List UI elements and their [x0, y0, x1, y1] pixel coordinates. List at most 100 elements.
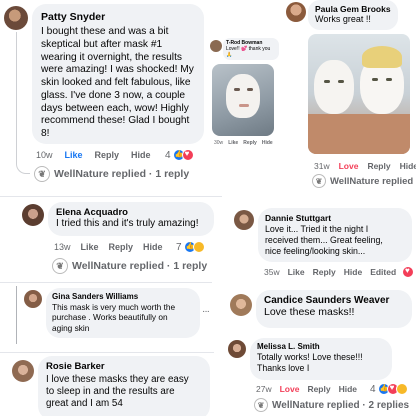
reply-button[interactable]: Reply	[313, 267, 336, 277]
view-replies-link[interactable]: ❦ WellNature replied · 1 reply	[34, 166, 189, 182]
commenter-name[interactable]: Elena Acquadro	[56, 207, 206, 218]
avatar[interactable]	[286, 2, 306, 22]
comment-text-line: Love it... Tried it the night I	[265, 224, 369, 234]
comment-bubble: Candice Saunders Weaver Love these masks…	[256, 290, 412, 328]
comment-text-line: skin looked and felt fabulous, like	[41, 77, 191, 88]
like-button[interactable]: Like	[228, 140, 238, 146]
avatar[interactable]	[234, 210, 254, 230]
love-button[interactable]: Love	[339, 161, 359, 171]
more-options-icon[interactable]: ···	[202, 306, 210, 317]
comment-text-line: Totally works! Love these!!!	[257, 352, 363, 362]
comment-text: Love!! 💕 thank you 🙏	[226, 46, 271, 59]
reply-button[interactable]: Reply	[95, 150, 120, 160]
comment-bubble: Patty Snyder I bought these and was a bi…	[32, 4, 204, 144]
comment-actions: 31w Love Reply Hide	[314, 161, 416, 171]
wellnature-logo-icon: ❦	[254, 398, 268, 412]
reply-button[interactable]: Reply	[243, 140, 257, 146]
comment-bubble: Paula Gem Brooks Works great !!	[308, 0, 398, 30]
comment-actions: 10w Like Reply Hide	[36, 150, 151, 160]
hide-button[interactable]: Hide	[339, 384, 357, 394]
comment-photo[interactable]	[212, 64, 274, 136]
hide-button[interactable]: Hide	[262, 140, 273, 146]
haha-reaction-icon	[192, 241, 205, 253]
comment-text-line: recommend these! Glad I bought	[41, 115, 190, 127]
timestamp: 13w	[54, 242, 71, 252]
comment-actions: 27w Love Reply Hide	[256, 384, 357, 394]
like-button[interactable]: Like	[288, 267, 305, 277]
comment-rosie-barker: Rosie Barker I love these masks they are…	[0, 352, 214, 416]
comment-bubble: Elena Acquadro I tried this and it's tru…	[48, 202, 214, 236]
reaction-summary[interactable]: 4	[165, 149, 194, 161]
timestamp: 35w	[264, 267, 280, 277]
replies-label: WellNature replied · 1 reply	[72, 260, 208, 272]
comment-text-line: were amazing! I was shocked! My	[41, 64, 194, 76]
avatar[interactable]	[228, 340, 246, 358]
timestamp: 31w	[314, 161, 330, 171]
comment-text: Love these masks!!	[264, 306, 355, 318]
comment-text-line: This mask is very much worth the	[52, 302, 176, 312]
like-button[interactable]: Like	[65, 150, 83, 160]
comment-actions: 35w Like Reply Hide Edited	[264, 267, 396, 277]
wellnature-logo-icon: ❦	[52, 258, 68, 274]
comment-text-line: I love these masks they are easy	[46, 374, 189, 385]
comment-melissa-l-smith: Melissa L. Smith Totally works! Love the…	[222, 334, 416, 416]
replies-label: WellNature replied · 1 reply	[54, 168, 190, 180]
commenter-name[interactable]: Gina Sanders Williams	[52, 292, 194, 301]
replies-label: WellNature replied · 2 replies	[272, 399, 410, 411]
divider	[16, 286, 17, 344]
comment-bubble: Dannie Stuttgart Love it... Tried it the…	[258, 208, 412, 262]
reaction-summary[interactable]: 7	[176, 241, 205, 253]
view-replies-link[interactable]: ❦ WellNature replied · 3	[312, 174, 416, 188]
hide-button[interactable]: Hide	[131, 150, 151, 160]
comment-photo[interactable]	[308, 34, 410, 154]
haha-reaction-icon	[395, 383, 408, 395]
wellnature-logo-icon: ❦	[312, 174, 326, 188]
love-reaction-icon	[402, 266, 414, 278]
reaction-count: 4	[370, 383, 376, 395]
comment-text-line: days between each, wow! Highly	[41, 102, 189, 114]
view-replies-link[interactable]: ❦ WellNature replied · 2 replies	[254, 398, 409, 412]
avatar[interactable]	[230, 294, 252, 316]
replies-label: WellNature replied · 3	[330, 175, 416, 187]
comment-text-line: Thanks love I	[257, 362, 310, 373]
thread-line	[16, 32, 30, 174]
comment-text-line: to sleep in and the results are	[46, 386, 175, 398]
view-replies-link[interactable]: ❦ WellNature replied · 1 reply	[52, 258, 207, 274]
like-button[interactable]: Like	[81, 242, 99, 252]
comment-paula-gem-brooks: Paula Gem Brooks Works great !! 31w Love…	[280, 0, 416, 190]
divider	[0, 196, 222, 197]
comment-t-rod-bowman: T-Rod Bowman Love!! 💕 thank you 🙏 30w Li…	[208, 36, 280, 156]
comment-text-line: glass. I've done 3 now, a couple	[41, 89, 186, 101]
reply-button[interactable]: Reply	[367, 161, 390, 171]
avatar[interactable]	[4, 6, 28, 30]
reaction-summary[interactable]: 4	[370, 383, 408, 395]
avatar[interactable]	[22, 204, 44, 226]
reply-button[interactable]: Reply	[307, 384, 330, 394]
avatar[interactable]	[12, 360, 34, 382]
commenter-name[interactable]: Melissa L. Smith	[257, 342, 385, 351]
comment-bubble: Gina Sanders Williams This mask is very …	[46, 288, 200, 338]
timestamp: 30w	[214, 140, 224, 146]
commenter-name[interactable]: Candice Saunders Weaver	[264, 295, 404, 306]
comment-text-line: received them... Great feeling,	[265, 234, 383, 245]
love-button[interactable]: Love	[280, 384, 300, 394]
comment-text-line: great and I am 54	[46, 398, 123, 410]
comment-bubble: T-Rod Bowman Love!! 💕 thank you 🙏	[223, 38, 279, 60]
comment-dannie-stuttgart: Dannie Stuttgart Love it... Tried it the…	[226, 204, 416, 280]
commenter-name[interactable]: Paula Gem Brooks	[315, 4, 391, 14]
comment-text: Works great !!	[315, 14, 371, 24]
commenter-name[interactable]: Dannie Stuttgart	[265, 213, 405, 223]
wellnature-logo-icon: ❦	[34, 166, 50, 182]
reaction-summary[interactable]	[402, 266, 414, 278]
commenter-name[interactable]: Rosie Barker	[46, 361, 202, 372]
timestamp: 10w	[36, 150, 53, 160]
hide-button[interactable]: Hide	[143, 242, 163, 252]
comment-patty-snyder: Patty Snyder I bought these and was a bi…	[0, 0, 208, 190]
comment-gina-sanders-williams: Gina Sanders Williams This mask is very …	[0, 282, 212, 350]
avatar[interactable]	[24, 290, 42, 308]
commenter-name[interactable]: Patty Snyder	[41, 11, 195, 23]
reply-button[interactable]: Reply	[109, 242, 134, 252]
hide-button[interactable]: Hide	[400, 161, 416, 171]
hide-button[interactable]: Hide	[344, 267, 362, 277]
avatar[interactable]	[210, 40, 222, 52]
